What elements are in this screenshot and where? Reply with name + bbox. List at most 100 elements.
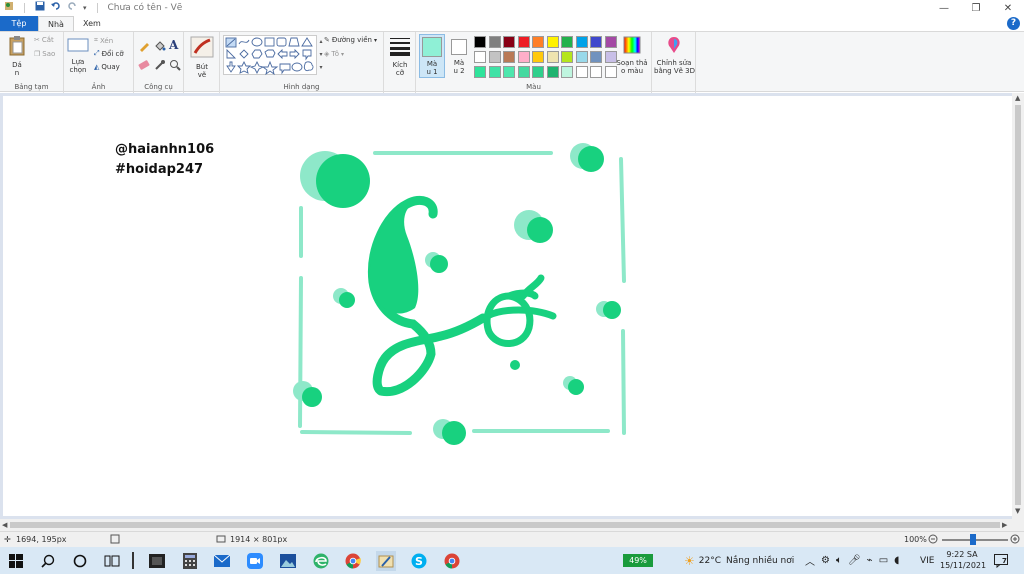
palette-swatch[interactable] <box>546 51 559 63</box>
language-indicator[interactable]: VIE <box>920 547 935 574</box>
redo-icon[interactable] <box>67 1 77 15</box>
zoom-out-button[interactable] <box>928 534 938 546</box>
magnifier-icon[interactable] <box>169 59 181 73</box>
scroll-left-icon[interactable]: ◀ <box>2 521 7 529</box>
fill-bucket-icon[interactable] <box>154 40 166 54</box>
photos-icon[interactable] <box>278 551 298 571</box>
palette-swatch[interactable] <box>590 36 602 48</box>
horizontal-scrollbar[interactable]: ◀ ▶ <box>0 519 1024 531</box>
palette-swatch[interactable] <box>474 66 486 78</box>
palette-swatch[interactable] <box>590 66 602 78</box>
scroll-down-icon[interactable]: ▼ <box>1015 507 1020 515</box>
edge-icon[interactable] <box>311 551 331 571</box>
palette-swatch[interactable] <box>561 36 573 48</box>
copy-button[interactable]: ❐ Sao <box>34 50 55 58</box>
paint3d-button[interactable]: Chỉnh sửa bằng Vẽ 3D <box>654 36 695 75</box>
tray-expand-icon[interactable]: ︿ <box>805 553 815 568</box>
palette-swatch[interactable] <box>474 51 486 63</box>
select-button[interactable]: Lựa chọn <box>66 38 90 74</box>
zoom-slider-thumb[interactable] <box>970 534 976 545</box>
rotate-button[interactable]: ◭ Quay <box>94 63 120 71</box>
speaker-icon[interactable]: 🔈︎ <box>836 555 842 566</box>
paint-taskbar-icon[interactable] <box>376 551 396 571</box>
battery-indicator[interactable]: 49% <box>623 554 653 567</box>
palette-swatch[interactable] <box>488 51 501 63</box>
windows-start-icon[interactable] <box>6 551 26 571</box>
zoom-app-icon[interactable] <box>245 551 265 571</box>
edit-colors-button[interactable]: Soạn thả o màu <box>616 36 648 75</box>
outline-button[interactable]: ✎ Đường viền ▾ <box>324 36 377 44</box>
palette-swatch[interactable] <box>503 66 515 78</box>
pencil-icon[interactable] <box>138 40 150 54</box>
task-view-icon[interactable] <box>102 551 122 571</box>
network-icon[interactable]: ▭ <box>879 555 888 566</box>
palette-swatch[interactable] <box>517 51 530 63</box>
brushes-button[interactable]: Bút vẽ <box>188 36 216 79</box>
media-player-icon[interactable] <box>147 551 167 571</box>
palette-swatch[interactable] <box>488 36 501 48</box>
horizontal-scroll-thumb[interactable] <box>10 522 1000 528</box>
skype-icon[interactable]: S <box>409 551 429 571</box>
palette-swatch[interactable] <box>546 36 559 48</box>
palette-swatch[interactable] <box>517 36 530 48</box>
palette-swatch[interactable] <box>575 51 588 63</box>
palette-swatch[interactable] <box>488 66 501 78</box>
palette-swatch[interactable] <box>604 36 617 48</box>
drawing-canvas[interactable]: @haianhn106 #hoidap247 <box>3 96 1012 516</box>
customize-qa-icon[interactable]: ▾ <box>83 2 87 14</box>
mail-icon[interactable] <box>212 551 232 571</box>
close-button[interactable]: ✕ <box>992 0 1024 16</box>
palette-swatch[interactable] <box>503 36 515 48</box>
palette-swatch[interactable] <box>561 51 573 63</box>
palette-swatch[interactable] <box>590 51 602 63</box>
help-icon[interactable]: ? <box>1007 17 1020 30</box>
fill-button[interactable]: ◈ Tô ▾ <box>324 50 344 58</box>
volume-icon[interactable]: ◖ <box>894 555 899 566</box>
palette-swatch[interactable] <box>575 36 588 48</box>
palette-swatch[interactable] <box>503 51 515 63</box>
palette-swatch[interactable] <box>604 66 617 78</box>
tab-view[interactable]: Xem <box>74 16 110 31</box>
weather-widget[interactable]: ☀ 22°C Nắng nhiều nơi <box>684 547 794 574</box>
cut-button[interactable]: ✂ Cắt <box>34 36 54 44</box>
undo-icon[interactable] <box>51 1 61 15</box>
clock[interactable]: 9:22 SA 15/11/2021 <box>940 549 986 571</box>
resize-button[interactable]: ⤢ Đổi cỡ <box>94 49 124 58</box>
palette-swatch[interactable] <box>532 36 544 48</box>
minimize-button[interactable]: — <box>928 0 960 16</box>
scroll-right-icon[interactable]: ▶ <box>1002 521 1007 529</box>
palette-swatch[interactable] <box>561 66 573 78</box>
shapes-gallery[interactable] <box>223 35 317 76</box>
palette-swatch[interactable] <box>546 66 559 78</box>
palette-swatch[interactable] <box>474 36 486 48</box>
search-icon[interactable] <box>38 551 58 571</box>
mic-icon[interactable]: 🎤︎ <box>848 555 861 566</box>
tab-file[interactable]: Tệp <box>0 16 38 31</box>
scroll-up-icon[interactable]: ▲ <box>1015 94 1020 102</box>
calculator-icon[interactable] <box>180 551 200 571</box>
vertical-scroll-thumb[interactable] <box>1015 105 1021 505</box>
chrome-profile-icon[interactable] <box>442 551 462 571</box>
palette-swatch[interactable] <box>532 51 544 63</box>
palette-swatch[interactable] <box>517 66 530 78</box>
cortana-icon[interactable] <box>70 551 90 571</box>
palette-swatch[interactable] <box>532 66 544 78</box>
zoom-in-button[interactable] <box>1010 534 1020 546</box>
color2-button[interactable]: Mà u 2 <box>448 34 470 75</box>
power-icon[interactable]: ⌁ <box>867 555 873 566</box>
palette-swatch[interactable] <box>575 66 588 78</box>
tab-home[interactable]: Nhà <box>38 16 74 31</box>
color1-button[interactable]: Mà u 1 <box>419 34 445 78</box>
restore-button[interactable]: ❐ <box>960 0 992 16</box>
chrome-icon[interactable] <box>343 551 363 571</box>
vertical-scrollbar[interactable]: ▲ ▼ <box>1012 93 1024 519</box>
settings-tray-icon[interactable]: ⚙ <box>821 555 830 566</box>
text-tool-icon[interactable]: A <box>169 38 178 52</box>
palette-swatch[interactable] <box>604 51 617 63</box>
crop-button[interactable]: ⌗ Xén <box>94 36 113 45</box>
color-picker-icon[interactable] <box>154 59 166 73</box>
save-icon[interactable] <box>35 1 45 15</box>
paste-button[interactable]: Dá n <box>6 36 28 77</box>
eraser-icon[interactable] <box>138 60 150 72</box>
size-button[interactable]: Kích cỡ <box>387 36 413 77</box>
